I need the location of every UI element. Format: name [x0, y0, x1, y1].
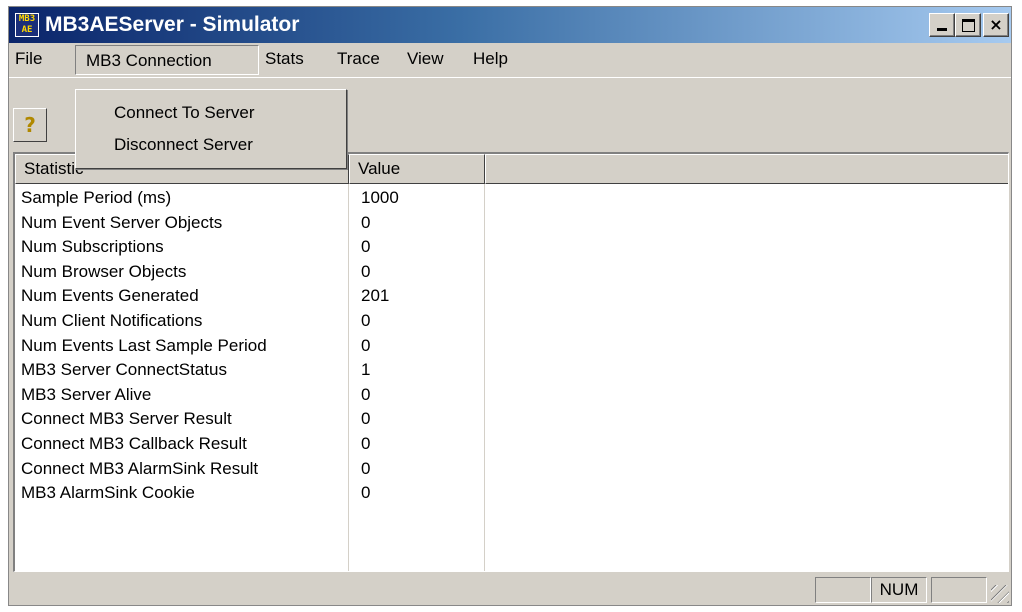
status-panel: [815, 577, 871, 603]
status-panel-num: NUM: [871, 577, 927, 603]
close-icon: ×: [989, 15, 1003, 34]
status-bar: NUM: [9, 575, 1011, 605]
statistic-name: Num Browser Objects: [21, 261, 187, 281]
mb3-connection-dropdown: Connect To Server Disconnect Server: [75, 89, 347, 169]
statistics-list[interactable]: Statistic Value Sample Period (ms) 1000 N…: [13, 152, 1009, 572]
statistic-value: 0: [361, 212, 371, 232]
statistic-value: 1: [361, 360, 371, 380]
table-row[interactable]: Connect MB3 AlarmSink Result 0: [15, 457, 1008, 482]
table-row[interactable]: Num Subscriptions 0: [15, 235, 1008, 260]
menu-help[interactable]: Help: [473, 43, 508, 75]
connect-to-server-item[interactable]: Connect To Server: [114, 98, 254, 128]
help-button[interactable]: ?: [13, 108, 47, 142]
statistic-name: Num Events Last Sample Period: [21, 335, 267, 355]
table-row[interactable]: Sample Period (ms) 1000: [15, 186, 1008, 211]
table-row[interactable]: Num Events Generated 201: [15, 284, 1008, 309]
statistic-value: 0: [361, 433, 371, 453]
statistic-name: Num Event Server Objects: [21, 212, 223, 232]
column-header-value[interactable]: Value: [349, 154, 485, 184]
statistic-value: 0: [361, 409, 371, 429]
menu-mb3-connection[interactable]: MB3 Connection: [75, 45, 259, 75]
statistic-name: MB3 Server ConnectStatus: [21, 360, 227, 380]
statistic-name: Num Client Notifications: [21, 310, 203, 330]
app-window: MB3 AE MB3AEServer - Simulator × File MB…: [8, 6, 1012, 606]
table-row[interactable]: Num Client Notifications 0: [15, 309, 1008, 334]
disconnect-server-item[interactable]: Disconnect Server: [114, 130, 253, 160]
statistic-name: Connect MB3 Server Result: [21, 409, 232, 429]
table-row[interactable]: Num Events Last Sample Period 0: [15, 334, 1008, 359]
table-row[interactable]: Connect MB3 Server Result 0: [15, 407, 1008, 432]
title-bar[interactable]: MB3 AE MB3AEServer - Simulator ×: [9, 7, 1011, 43]
column-header-empty[interactable]: [485, 154, 1008, 184]
statistic-value: 0: [361, 483, 371, 503]
list-rows: Sample Period (ms) 1000 Num Event Server …: [15, 186, 1008, 506]
statistic-value: 0: [361, 261, 371, 281]
statistic-value: 0: [361, 384, 371, 404]
resize-grip-icon[interactable]: [991, 585, 1009, 603]
table-row[interactable]: MB3 AlarmSink Cookie 0: [15, 481, 1008, 506]
status-panel: [931, 577, 987, 603]
statistic-value: 0: [361, 458, 371, 478]
minimize-button[interactable]: [929, 13, 955, 37]
maximize-button[interactable]: [955, 13, 981, 37]
statistic-name: MB3 AlarmSink Cookie: [21, 483, 195, 503]
statistic-value: 201: [361, 286, 390, 306]
menu-view[interactable]: View: [407, 43, 444, 75]
menu-trace[interactable]: Trace: [337, 43, 380, 75]
statistic-name: Connect MB3 AlarmSink Result: [21, 458, 259, 478]
menu-file[interactable]: File: [15, 43, 42, 75]
statistic-name: MB3 Server Alive: [21, 384, 152, 404]
minimize-icon: [937, 28, 947, 31]
statistic-value: 0: [361, 335, 371, 355]
close-button[interactable]: ×: [983, 13, 1009, 37]
statistic-name: Sample Period (ms): [21, 188, 172, 207]
statistic-value: 1000: [361, 188, 399, 207]
window-title: MB3AEServer - Simulator: [45, 13, 300, 36]
statistic-value: 0: [361, 237, 371, 257]
statistic-name: Connect MB3 Callback Result: [21, 433, 247, 453]
table-row[interactable]: Num Event Server Objects 0: [15, 211, 1008, 236]
statistic-value: 0: [361, 310, 371, 330]
table-row[interactable]: MB3 Server ConnectStatus 1: [15, 358, 1008, 383]
maximize-icon: [961, 19, 975, 32]
menu-bar: File MB3 Connection Stats Trace View Hel…: [9, 43, 1011, 75]
table-row[interactable]: Connect MB3 Callback Result 0: [15, 432, 1008, 457]
app-icon[interactable]: MB3 AE: [15, 13, 39, 37]
table-row[interactable]: Num Browser Objects 0: [15, 260, 1008, 285]
statistic-name: Num Subscriptions: [21, 237, 164, 257]
statistic-name: Num Events Generated: [21, 286, 199, 306]
help-icon: ?: [24, 113, 36, 137]
menu-stats[interactable]: Stats: [265, 43, 304, 75]
table-row[interactable]: MB3 Server Alive 0: [15, 383, 1008, 408]
